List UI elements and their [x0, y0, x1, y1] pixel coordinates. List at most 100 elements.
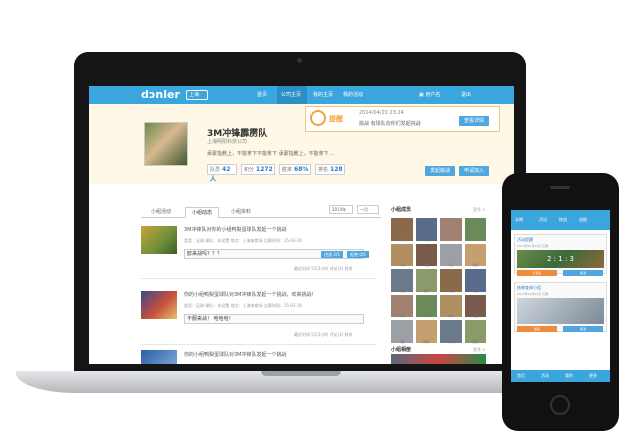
phone-card-right-button[interactable]: 取消 — [563, 326, 603, 332]
member-avatar[interactable]: 小王 — [440, 243, 462, 268]
phone-card-right-button[interactable]: 取消 — [563, 270, 603, 276]
member-name: 阿强 — [472, 288, 479, 293]
phone-card-score: 2 : 1 : 3 — [517, 250, 604, 268]
member-name: 小赵 — [447, 288, 454, 293]
reminder-title: 提醒 — [329, 115, 343, 123]
member-name: 小白 — [398, 288, 405, 293]
product-mockup: dɔnler 上海 首页 公司主页 我的主页 我的活动 ▣ 用户名 退出 3M冲… — [0, 0, 623, 441]
phone-card-left-button[interactable]: 已报名 — [517, 270, 557, 276]
phone-bottom-tab-more[interactable]: 更多 — [589, 373, 597, 379]
clock-icon — [310, 110, 326, 126]
member-avatar[interactable] — [440, 218, 462, 241]
member-name: 小林 — [398, 237, 405, 242]
member-name: 小王 — [447, 263, 454, 268]
phone-bottom-tab-activity[interactable]: 活动 — [541, 373, 549, 379]
member-avatar[interactable]: 小熊 — [391, 243, 413, 268]
member-name: 小熊 — [398, 263, 405, 268]
album-strip[interactable] — [391, 354, 486, 364]
phone-card-left-button[interactable]: 报名 — [517, 326, 557, 332]
member-avatar[interactable]: 阿明 — [415, 320, 437, 344]
camera-icon — [297, 58, 302, 63]
home-button[interactable] — [550, 395, 570, 415]
feed-image — [141, 350, 177, 364]
city-select[interactable]: 上海 — [186, 90, 208, 100]
member-avatar[interactable]: 老王 — [464, 294, 486, 319]
member-avatar[interactable]: 阿华 — [440, 294, 462, 319]
member-name: 大飞 — [423, 314, 430, 319]
photos-title: 小组相册 — [391, 347, 412, 353]
member-avatar[interactable]: 大熊 — [415, 218, 437, 242]
member-name: 老王 — [472, 314, 479, 319]
member-avatar[interactable]: 爸爸 — [464, 243, 486, 267]
phone-bottom-tab-mine[interactable]: 我的 — [565, 373, 573, 379]
members-title: 小组成员 — [391, 207, 412, 213]
feed-image — [141, 226, 177, 254]
feed-footer: 最近时间 5天5小时 评论(2) 转发 — [294, 266, 353, 271]
feed-divider — [141, 278, 377, 279]
member-avatar[interactable]: 小周 — [440, 320, 462, 344]
phone-tab-challenge[interactable]: 挑战 — [559, 217, 567, 223]
logo[interactable]: dɔnler — [141, 88, 180, 101]
feed-divider — [141, 344, 377, 345]
feed-meta: 类型：足球 球队：未设置 地点：上海体育场 比赛时间：15-03-16 — [184, 303, 302, 308]
stat-winrate: 胜率 68% — [279, 164, 311, 175]
member-avatar[interactable] — [464, 218, 486, 241]
member-avatar[interactable]: 小陈 — [391, 294, 413, 318]
feed-meta: 类型：足球 球队：未设置 地点：上海体育场 比赛时间：15-03-16 — [184, 238, 302, 243]
phone-speaker — [550, 186, 570, 189]
nav-link-activity[interactable]: 我的活动 — [343, 91, 363, 98]
join-button[interactable]: 申请加入 — [459, 166, 489, 176]
accept-button[interactable]: 应战 2/5 — [321, 251, 343, 258]
feed-footer: 最近时间 5天5小时 评论(2) 转发 — [294, 332, 353, 337]
phone-card-title: 结果查询小组 — [517, 285, 541, 290]
nav-link-mine[interactable]: 我的主页 — [313, 91, 333, 98]
member-avatar[interactable]: 小赵 — [440, 269, 462, 293]
members-more-link[interactable]: 更多 > — [473, 207, 486, 213]
members-grid: 小林 大熊小熊 大猫 小王 爸爸小白 老李 小赵 阿强小陈 大飞 阿华 老王小美 阿明 小周 东东 — [391, 218, 486, 344]
phone-bottom-tab-home[interactable]: 首页 — [517, 373, 525, 379]
challenge-button[interactable]: 发起挑战 — [425, 166, 455, 176]
member-avatar[interactable]: 老李 — [415, 269, 437, 293]
user-menu[interactable]: ▣ 用户名 — [419, 89, 455, 101]
laptop-screen: dɔnler 上海 首页 公司主页 我的主页 我的活动 ▣ 用户名 退出 3M冲… — [89, 86, 514, 364]
company-name: 上海明阳科技公司 — [207, 139, 248, 145]
year-select[interactable]: 2014年 — [329, 205, 353, 214]
feed-comment: 不服来战！ 哈哈哈！ — [184, 314, 364, 324]
phone-card-sub: 2014年04月20日 比赛 — [517, 244, 549, 248]
nav-link-home[interactable]: 首页 — [257, 91, 267, 98]
feed-image — [141, 291, 177, 319]
member-avatar[interactable]: 小美 — [391, 320, 413, 344]
tab-feed[interactable]: 小组动态 — [185, 207, 219, 218]
logout-link[interactable]: 退出 — [461, 89, 483, 101]
tab-profile[interactable]: 小组资料 — [225, 207, 257, 218]
tab-activities[interactable]: 小组活动 — [145, 207, 177, 218]
phone-card-image — [517, 298, 604, 324]
member-name: 阿华 — [447, 314, 454, 319]
member-avatar[interactable]: 东东 — [464, 320, 486, 344]
team-avatar — [144, 122, 188, 166]
stat-points: 积分 1272 — [241, 164, 275, 175]
month-select[interactable]: 一月 — [357, 205, 379, 214]
photos-more-link[interactable]: 更多 > — [473, 347, 486, 353]
member-name: 小周 — [447, 340, 454, 344]
reminder-detail-button[interactable]: 查看详情 — [459, 116, 489, 126]
member-avatar[interactable]: 小白 — [391, 269, 413, 293]
member-avatar[interactable]: 大猫 — [415, 243, 437, 268]
feed-title: 3M冲锋队对你的小组鸭梨蛋球队发起一个挑战 — [184, 227, 287, 233]
phone-screen: 本期 活动 挑战 战报 活动提醒 2014年04月20日 比赛 2 : 1 : … — [511, 210, 610, 382]
reminder-text: 挑战 有球队向你们发起挑战 — [359, 121, 421, 127]
user-icon: ▣ — [419, 92, 424, 98]
phone-header-left: 本期 — [515, 217, 523, 222]
team-motto: 承蒙指教上，不能拿下不能拿下 承蒙指教上，不能拿下 ... — [207, 151, 335, 157]
reminder-time: 2014/04/20 23:24 — [359, 110, 404, 116]
nav-link-company[interactable]: 公司主页 — [281, 91, 301, 98]
member-avatar[interactable]: 小林 — [391, 218, 413, 242]
stat-rank: 排名 128 — [315, 164, 345, 175]
member-avatar[interactable]: 大飞 — [415, 294, 437, 319]
member-avatar[interactable]: 阿强 — [464, 269, 486, 293]
member-name: 大猫 — [423, 263, 430, 268]
reject-button[interactable]: 拒绝 0/5 — [347, 251, 369, 258]
phone-tab-activity[interactable]: 活动 — [539, 217, 547, 223]
feed-title: 你的小组鸭梨蛋球队对3M冲锋队发起一个挑战，欢来挑战！ — [184, 292, 317, 298]
phone-tab-report[interactable]: 战报 — [579, 217, 587, 223]
